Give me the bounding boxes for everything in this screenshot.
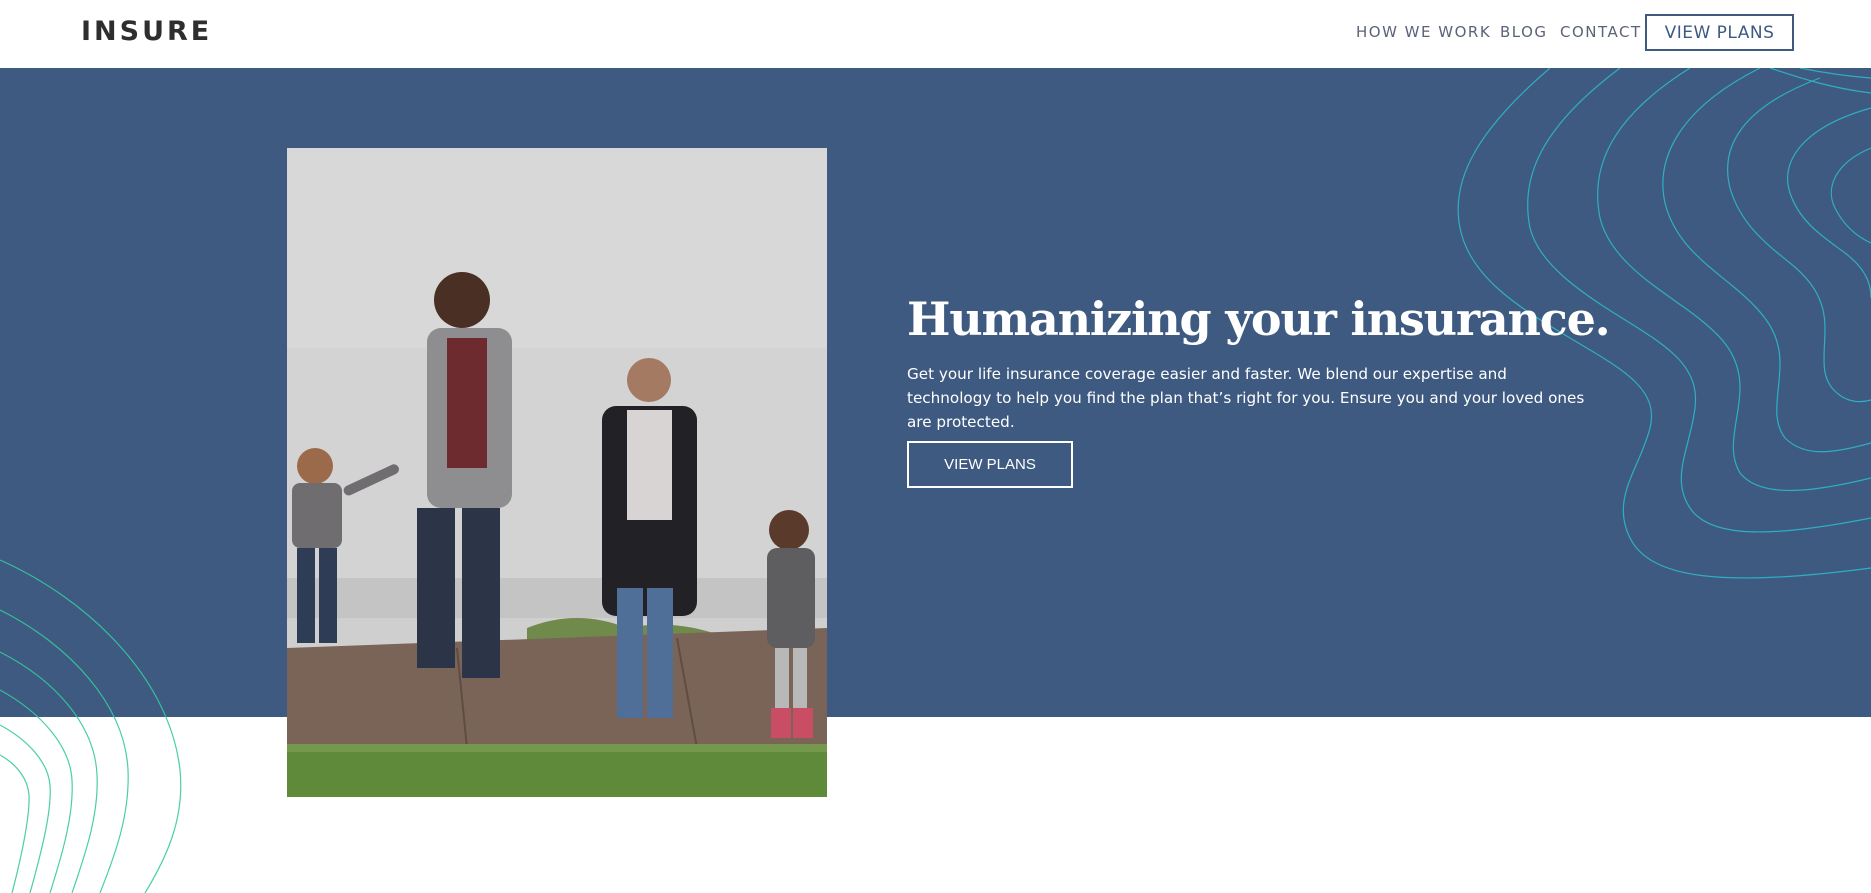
- nav-link-how-we-work[interactable]: HOW WE WORK: [1356, 23, 1491, 41]
- hero-description: Get your life insurance coverage easier …: [907, 365, 1585, 431]
- hero-view-plans-button[interactable]: VIEW PLANS: [907, 441, 1073, 488]
- logo[interactable]: INSURE: [81, 16, 212, 47]
- family-photo-icon: [287, 148, 827, 797]
- nav-link-contact[interactable]: CONTACT: [1560, 23, 1642, 41]
- header-view-plans-button[interactable]: VIEW PLANS: [1645, 14, 1794, 51]
- hero-family-image: [287, 148, 827, 797]
- hero-title: Humanizing your insurance.: [907, 292, 1611, 346]
- nav-link-blog[interactable]: BLOG: [1500, 23, 1548, 41]
- site-header: INSURE HOW WE WORK BLOG CONTACT VIEW PLA…: [0, 0, 1871, 68]
- topographic-lines-icon: [0, 559, 182, 893]
